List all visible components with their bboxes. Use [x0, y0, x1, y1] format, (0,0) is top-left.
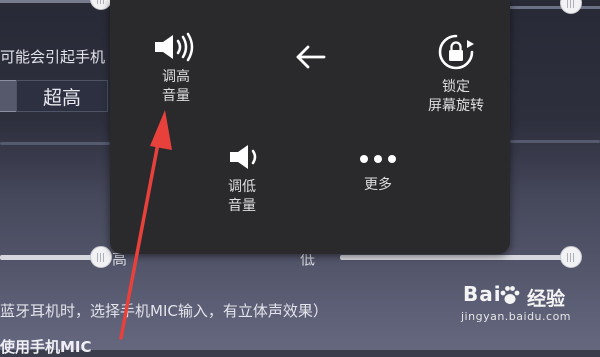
- watermark-brand: Bai: [463, 282, 502, 306]
- watermark-jingyan: 经验: [527, 288, 566, 310]
- paw-icon: [500, 286, 520, 304]
- watermark-url: jingyan.baidu.com: [461, 310, 572, 323]
- watermark: Bai 经验 jingyan.baidu.com: [455, 282, 595, 332]
